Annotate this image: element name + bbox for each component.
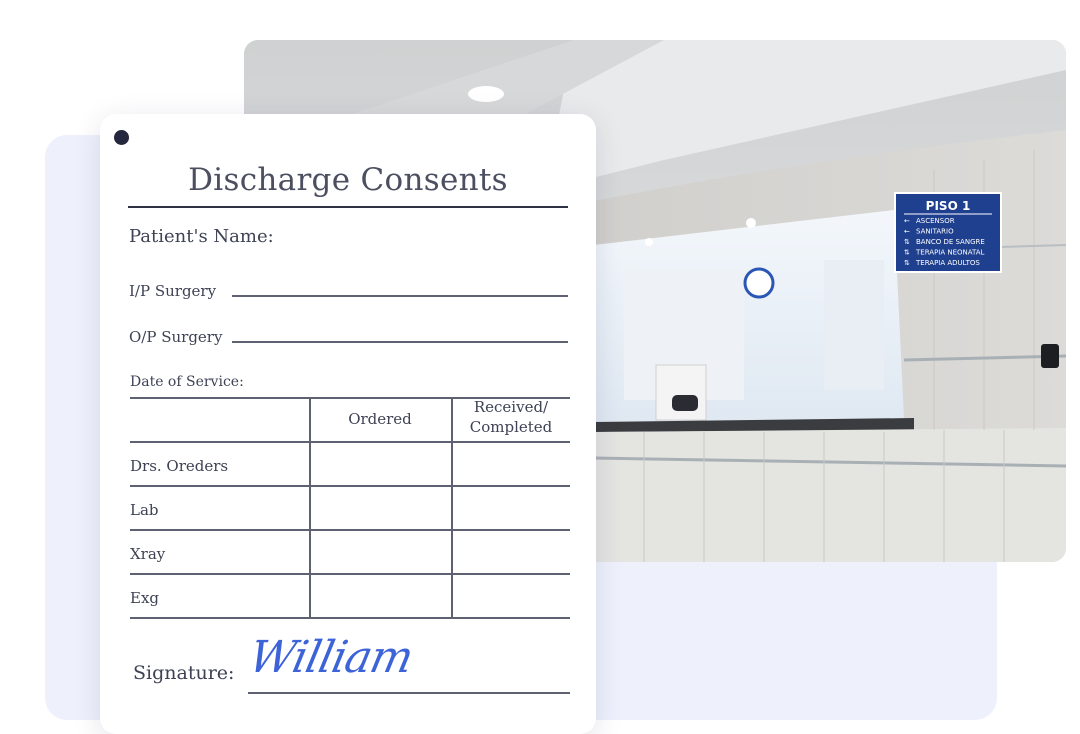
form-title: Discharge Consents (188, 162, 508, 198)
row-label-lab: Lab (130, 501, 159, 519)
signature-line (248, 692, 570, 694)
title-divider (128, 206, 568, 208)
table-border (130, 617, 570, 619)
table-border (130, 441, 570, 443)
ip-surgery-label: I/P Surgery (129, 282, 217, 300)
header-completed: Completed (469, 418, 553, 436)
table-border (130, 573, 570, 575)
row-label-xray: Xray (130, 545, 166, 563)
floor-sign: PISO 1 ASCENSOR ← SANITARIO ← BANCO DE SANGR… (894, 192, 1002, 273)
date-of-service-label: Date of Service: (130, 374, 244, 390)
signature-label: Signature: (133, 662, 235, 684)
patient-name-label: Patient's Name: (129, 226, 274, 247)
op-surgery-field[interactable] (232, 341, 568, 343)
table-border (309, 397, 311, 619)
sign-item: TERAPIA NEONATAL (915, 249, 985, 257)
arrow-icon: ← (904, 228, 910, 236)
bullet-dot-icon (114, 130, 129, 145)
op-surgery-label: O/P Surgery (129, 328, 223, 346)
header-received: Received/ (473, 398, 549, 416)
table-border (130, 529, 570, 531)
ip-surgery-field[interactable] (232, 295, 568, 297)
signature-value: William (244, 632, 418, 683)
header-received-completed: Received/ Completed (452, 397, 570, 437)
arrow-icon: ← (904, 217, 910, 225)
row-label-exg: Exg (130, 589, 160, 607)
row-label-drs-orders: Drs. Oreders (130, 457, 229, 475)
sign-item: TERAPIA ADULTOS (915, 259, 980, 267)
arrow-icon: ⇅ (904, 259, 910, 267)
arrow-icon: ⇅ (904, 238, 910, 246)
arrow-icon: ⇅ (904, 249, 910, 257)
sign-item: BANCO DE SANGRE (916, 238, 985, 246)
header-ordered: Ordered (348, 410, 412, 428)
discharge-consents-form: Discharge Consents Patient's Name: I/P S… (100, 114, 596, 734)
sign-title: PISO 1 (926, 199, 971, 213)
sign-item: SANITARIO (916, 228, 954, 236)
sign-item: ASCENSOR (916, 217, 955, 225)
table-border (130, 485, 570, 487)
